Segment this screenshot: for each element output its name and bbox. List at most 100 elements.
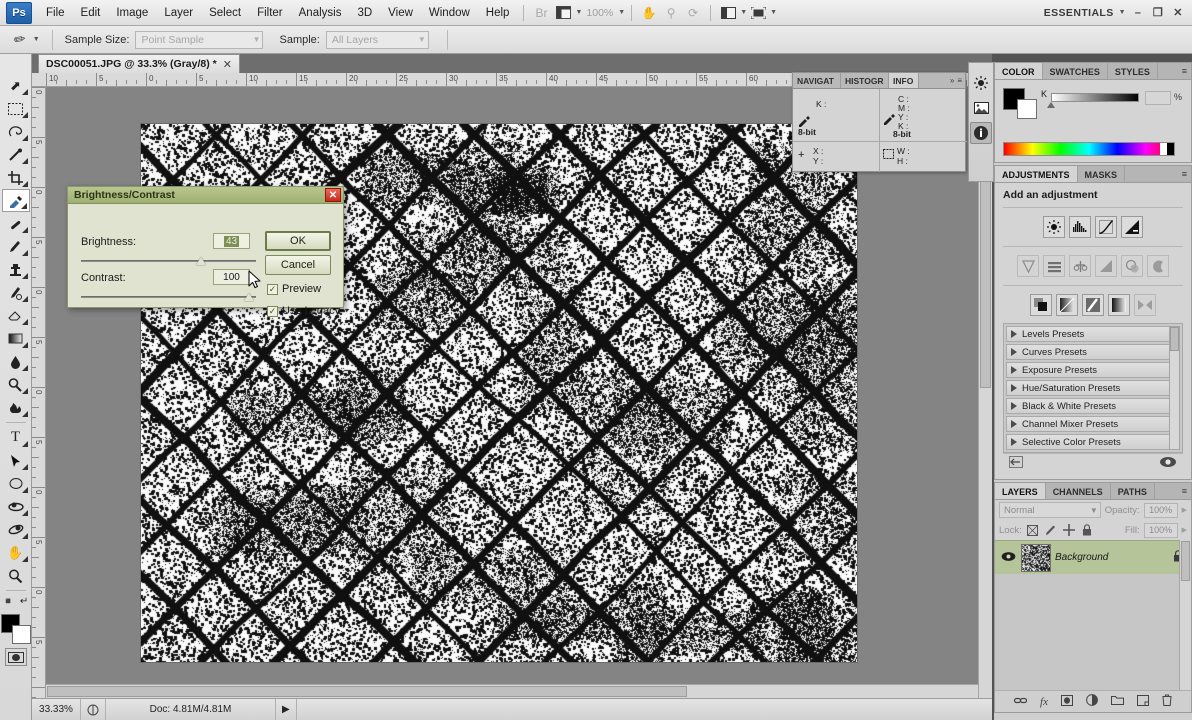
tab-swatches[interactable]: SWATCHES [1043, 63, 1108, 79]
use-legacy-checkbox-row[interactable]: ✓ Use Legacy [267, 305, 340, 317]
tab-styles[interactable]: STYLES [1108, 63, 1158, 79]
rotate-view-icon[interactable]: ⟳ [682, 4, 704, 22]
menu-filter[interactable]: Filter [249, 3, 291, 23]
eye-icon[interactable] [1159, 456, 1177, 471]
eraser-tool[interactable] [2, 304, 30, 327]
document-tab[interactable]: DSC00051.JPG @ 33.3% (Gray/8) * ✕ [38, 54, 240, 73]
new-layer-icon[interactable] [1137, 695, 1149, 709]
preset-exposure[interactable]: Exposure Presets [1006, 362, 1180, 378]
tab-layers[interactable]: LAYERS [995, 483, 1046, 499]
bridge-icon[interactable]: Br [530, 4, 552, 22]
window-close-button[interactable]: ✕ [1170, 6, 1186, 20]
tool-preset-caret-icon[interactable]: ▼ [33, 36, 40, 43]
preview-checkbox-row[interactable]: ✓ Preview [267, 283, 321, 295]
menu-3d[interactable]: 3D [349, 3, 380, 23]
window-restore-button[interactable]: ❐ [1150, 6, 1166, 20]
eyedropper-tool[interactable] [2, 189, 30, 212]
tab-navigator[interactable]: NAVIGAT [793, 73, 841, 88]
link-layers-icon[interactable] [1014, 696, 1027, 708]
use-legacy-checkbox[interactable]: ✓ [267, 306, 278, 317]
zoom-icon[interactable]: ⚲ [660, 4, 682, 22]
fill-value[interactable]: 100% [1144, 523, 1178, 538]
arrange-caret-icon[interactable]: ▼ [575, 9, 582, 16]
shape-tool[interactable] [2, 472, 30, 495]
menu-layer[interactable]: Layer [156, 3, 201, 23]
sample-dropdown[interactable]: All Layers ▼ [326, 31, 429, 49]
burn-tool[interactable] [2, 396, 30, 419]
contrast-slider-track[interactable] [81, 296, 256, 298]
hand-tool[interactable]: ✋ [2, 541, 30, 564]
tab-adjustments[interactable]: ADJUSTMENTS [995, 166, 1078, 182]
return-to-list-icon[interactable] [1009, 456, 1023, 471]
arrange-documents-icon[interactable] [552, 4, 574, 22]
cancel-button[interactable]: Cancel [265, 255, 331, 275]
invert-adjustment-icon[interactable] [1030, 294, 1052, 316]
tab-color[interactable]: COLOR [995, 63, 1043, 79]
levels-adjustment-icon[interactable] [1069, 216, 1091, 238]
color-balance-adjustment-icon[interactable] [1069, 255, 1091, 277]
layers-list[interactable]: Background [995, 540, 1191, 690]
hue-saturation-adjustment-icon[interactable] [1043, 255, 1065, 277]
rotate-3d-tool[interactable] [2, 495, 30, 518]
image-icon[interactable] [970, 97, 992, 119]
preset-curves[interactable]: Curves Presets [1006, 344, 1180, 360]
path-selection-tool[interactable] [2, 449, 30, 472]
tab-info[interactable]: INFO [889, 73, 919, 88]
preset-hue-saturation[interactable]: Hue/Saturation Presets [1006, 380, 1180, 396]
gradient-map-adjustment-icon[interactable] [1108, 294, 1130, 316]
menu-select[interactable]: Select [201, 3, 249, 23]
menu-help[interactable]: Help [478, 3, 518, 23]
zoom-tool[interactable] [2, 564, 30, 587]
color-swatch-pair[interactable] [1003, 88, 1037, 118]
workspace-caret-icon[interactable]: ▼ [1119, 9, 1126, 16]
delete-layer-icon[interactable] [1162, 694, 1172, 709]
dialog-title-bar[interactable]: Brightness/Contrast ✕ [68, 187, 343, 204]
preset-selective-color[interactable]: Selective Color Presets [1006, 434, 1180, 450]
zoom-level-value[interactable]: 100% [582, 7, 617, 19]
lock-position-icon[interactable] [1062, 523, 1076, 537]
posterize-adjustment-icon[interactable] [1056, 294, 1078, 316]
brightness-icon[interactable] [970, 72, 992, 94]
color-k-slider-thumb[interactable] [1047, 102, 1055, 108]
opacity-caret-icon[interactable]: ▶ [1182, 506, 1187, 514]
healing-brush-tool[interactable] [2, 212, 30, 235]
layer-row-background[interactable]: Background [995, 540, 1191, 574]
background-color-swatch[interactable] [12, 625, 31, 644]
info-collapse-icon[interactable]: » [950, 76, 954, 85]
type-tool[interactable]: T [2, 426, 30, 449]
info-icon[interactable] [970, 122, 992, 144]
canvas-horizontal-scrollbar[interactable] [46, 684, 978, 698]
screen-mode-caret-icon[interactable]: ▼ [740, 9, 747, 16]
hand-icon[interactable]: ✋ [638, 4, 660, 22]
gradient-tool[interactable] [2, 327, 30, 350]
sample-size-dropdown[interactable]: Point Sample ▼ [135, 31, 263, 49]
crop-tool[interactable] [2, 166, 30, 189]
vibrance-adjustment-icon[interactable] [1017, 255, 1039, 277]
tab-histogram[interactable]: HISTOGR [841, 73, 889, 88]
orbit-3d-tool[interactable] [2, 518, 30, 541]
layers-scrollbar[interactable] [1179, 540, 1191, 690]
layer-visibility-eye-icon[interactable] [999, 551, 1017, 565]
color-spectrum-ramp[interactable] [1003, 142, 1175, 156]
color-k-slider-track[interactable] [1051, 93, 1139, 102]
layer-style-icon[interactable]: fx [1040, 696, 1048, 708]
presets-scroll-thumb[interactable] [1170, 327, 1179, 351]
threshold-adjustment-icon[interactable] [1082, 294, 1104, 316]
menu-edit[interactable]: Edit [73, 3, 109, 23]
adjustments-panel-menu-icon[interactable]: ≡ [1182, 166, 1191, 182]
menu-file[interactable]: File [38, 3, 73, 23]
lock-all-icon[interactable] [1080, 523, 1094, 537]
preset-channel-mixer[interactable]: Channel Mixer Presets [1006, 416, 1180, 432]
exposure-adjustment-icon[interactable] [1121, 216, 1143, 238]
lock-transparent-pixels-icon[interactable] [1026, 523, 1040, 537]
menu-image[interactable]: Image [108, 3, 156, 23]
menu-window[interactable]: Window [421, 3, 478, 23]
view-extras-icon[interactable] [747, 4, 769, 22]
new-group-icon[interactable] [1111, 695, 1124, 708]
layer-thumbnail[interactable] [1021, 544, 1051, 572]
brightness-slider-track[interactable] [81, 260, 256, 262]
color-background-swatch[interactable] [1017, 99, 1037, 119]
fill-caret-icon[interactable]: ▶ [1182, 526, 1187, 534]
dialog-close-button[interactable]: ✕ [325, 188, 341, 202]
brush-tool[interactable] [2, 235, 30, 258]
